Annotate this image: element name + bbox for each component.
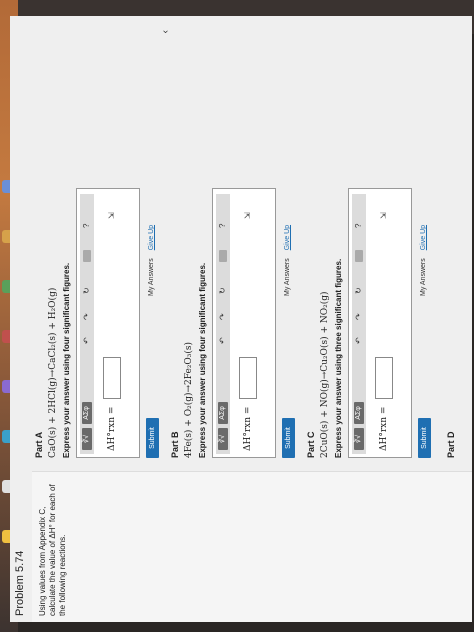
math-toolbar: ∛√ AΣφ ↶ ↷ ↻ ? xyxy=(80,194,94,454)
part-d-label[interactable]: Part D xyxy=(446,431,456,458)
undo-icon[interactable]: ↶ xyxy=(218,337,228,344)
my-answers-link[interactable]: My Answers xyxy=(284,258,291,296)
delta-h-label: ΔH°rxn = xyxy=(243,406,253,451)
greek-symbols-button[interactable]: AΣφ xyxy=(218,402,228,424)
part-c-answer-input[interactable] xyxy=(375,357,393,399)
give-up-link[interactable]: Give Up xyxy=(284,225,291,250)
reset-icon[interactable]: ↻ xyxy=(218,287,228,294)
part-c-label: Part C xyxy=(306,431,316,458)
give-up-link[interactable]: Give Up xyxy=(420,225,427,250)
templates-button[interactable]: ∛√ xyxy=(354,428,364,450)
part-a-answer-input[interactable] xyxy=(103,357,121,399)
part-b-prompt: Express your answer using four significa… xyxy=(198,262,207,458)
part-c-reaction: 2CuO(s) + NO(g)→Cu₂O(s) + NO₂(g) xyxy=(320,291,330,459)
redo-icon[interactable]: ↷ xyxy=(218,313,228,320)
math-toolbar: ∛√ AΣφ ↶ ↷ ↻ ? xyxy=(216,194,230,454)
instructions-panel: Using values from Appendix C, calculate … xyxy=(32,471,472,622)
side-arrow-icon[interactable]: ‹ xyxy=(160,30,171,33)
part-c-answer-editor: ∛√ AΣφ ↶ ↷ ↻ ? ΔH°rxn = ⇲ xyxy=(348,188,412,458)
instructions-text: Using values from Appendix C, calculate … xyxy=(38,484,67,616)
units-icon[interactable]: ⇲ xyxy=(107,212,116,219)
part-b-links: My Answers Give Up xyxy=(284,225,291,296)
part-c-links: My Answers Give Up xyxy=(420,225,427,296)
units-icon[interactable]: ⇲ xyxy=(243,212,252,219)
greek-symbols-button[interactable]: AΣφ xyxy=(82,402,92,424)
undo-icon[interactable]: ↶ xyxy=(354,337,364,344)
part-a-answer-editor: ∛√ AΣφ ↶ ↷ ↻ ? ΔH°rxn = ⇲ xyxy=(76,188,140,458)
part-a-reaction: CaO(s) + 2HCl(g)→CaCl₂(s) + H₂O(g) xyxy=(48,287,58,458)
help-icon[interactable]: ? xyxy=(82,224,92,228)
redo-icon[interactable]: ↷ xyxy=(354,313,364,320)
delta-h-label: ΔH°rxn = xyxy=(107,406,117,451)
parts-column: ‹ Part A CaO(s) + 2HCl(g)→CaCl₂(s) + H₂O… xyxy=(10,26,472,466)
part-b-reaction: 4Fe(s) + O₂(g)→2Fe₂O₃(s) xyxy=(184,341,194,458)
undo-icon[interactable]: ↶ xyxy=(82,337,92,344)
templates-button[interactable]: ∛√ xyxy=(82,428,92,450)
my-answers-link[interactable]: My Answers xyxy=(148,258,155,296)
math-toolbar: ∛√ AΣφ ↶ ↷ ↻ ? xyxy=(352,194,366,454)
part-c-submit-button[interactable]: Submit xyxy=(418,418,431,458)
part-c-prompt: Express your answer using three signific… xyxy=(334,258,343,458)
keyboard-icon[interactable] xyxy=(355,250,363,262)
part-a-submit-button[interactable]: Submit xyxy=(146,418,159,458)
keyboard-icon[interactable] xyxy=(219,250,227,262)
part-a-label: Part A xyxy=(34,431,44,458)
help-icon[interactable]: ? xyxy=(218,224,228,228)
give-up-link[interactable]: Give Up xyxy=(148,225,155,250)
units-icon[interactable]: ⇲ xyxy=(379,212,388,219)
delta-h-label: ΔH°rxn = xyxy=(379,406,389,451)
part-a-links: My Answers Give Up xyxy=(148,225,155,296)
part-b-answer-editor: ∛√ AΣφ ↶ ↷ ↻ ? ΔH°rxn = ⇲ xyxy=(212,188,276,458)
my-answers-link[interactable]: My Answers xyxy=(420,258,427,296)
homework-page: Problem 5.74 Using values from Appendix … xyxy=(10,16,472,622)
reset-icon[interactable]: ↻ xyxy=(82,287,92,294)
reset-icon[interactable]: ↻ xyxy=(354,287,364,294)
problem-title: Problem 5.74 xyxy=(14,550,26,616)
templates-button[interactable]: ∛√ xyxy=(218,428,228,450)
keyboard-icon[interactable] xyxy=(83,250,91,262)
part-a-prompt: Express your answer using four significa… xyxy=(62,262,71,458)
help-icon[interactable]: ? xyxy=(354,224,364,228)
redo-icon[interactable]: ↷ xyxy=(82,313,92,320)
part-b-answer-input[interactable] xyxy=(239,357,257,399)
part-b-label: Part B xyxy=(170,431,180,458)
part-b-submit-button[interactable]: Submit xyxy=(282,418,295,458)
greek-symbols-button[interactable]: AΣφ xyxy=(354,402,364,424)
